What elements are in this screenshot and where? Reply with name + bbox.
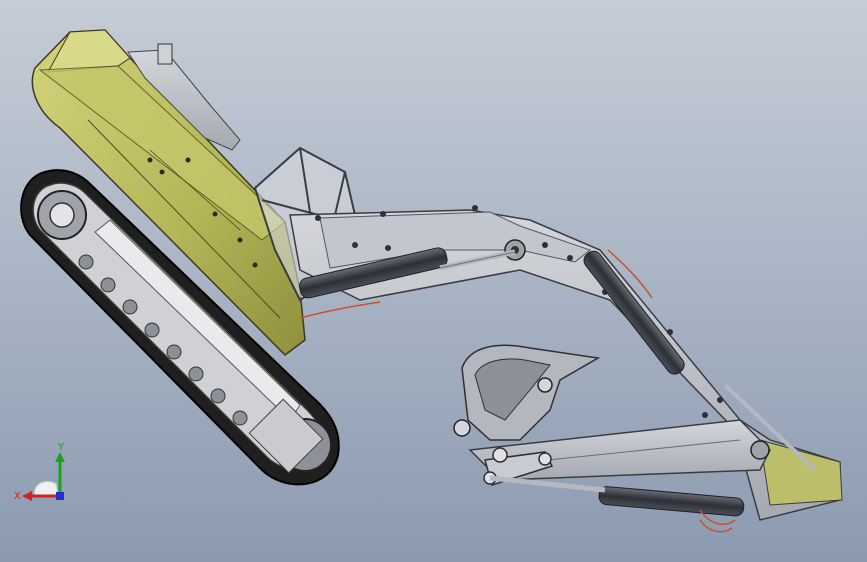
bucket-cylinder <box>489 475 745 517</box>
excavator-model[interactable] <box>0 0 867 562</box>
coordinate-triad: Y X <box>14 442 65 502</box>
y-axis-arrowhead <box>55 452 65 462</box>
x-axis-label: X <box>14 491 21 502</box>
bucket <box>453 344 601 441</box>
model-viewport[interactable]: Y X <box>0 0 867 562</box>
y-axis-label: Y <box>57 442 65 453</box>
x-axis-arrowhead <box>22 491 32 501</box>
z-axis-marker <box>56 492 64 500</box>
